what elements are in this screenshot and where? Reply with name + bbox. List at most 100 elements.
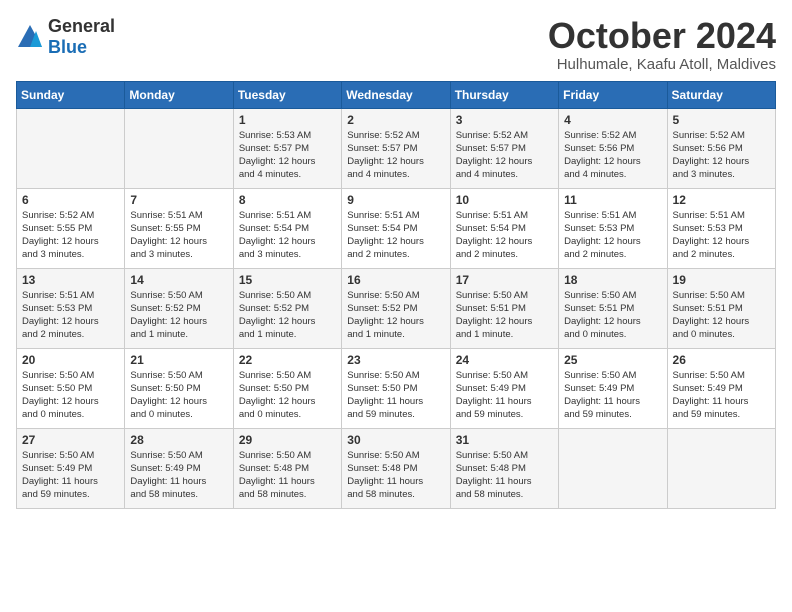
calendar-cell: 11 Sunrise: 5:51 AM Sunset: 5:53 PM Dayli… [559,188,667,268]
day-info: Sunrise: 5:51 AM Sunset: 5:55 PM Dayligh… [130,209,227,262]
calendar-cell: 18Sunrise: 5:50 AM Sunset: 5:51 PM Dayli… [559,268,667,348]
calendar-cell: 7Sunrise: 5:51 AM Sunset: 5:55 PM Daylig… [125,188,233,268]
day-info: Sunrise: 5:50 AM Sunset: 5:52 PM Dayligh… [239,289,336,342]
calendar-cell: 21Sunrise: 5:50 AM Sunset: 5:50 PM Dayli… [125,348,233,428]
day-info: Sunrise: 5:51 AM Sunset: 5:54 PM Dayligh… [239,209,336,262]
calendar-body: 1Sunrise: 5:53 AM Sunset: 5:57 PM Daylig… [17,108,776,508]
calendar-cell: 13 Sunrise: 5:51 AM Sunset: 5:53 PM Dayli… [17,268,125,348]
calendar-cell: 5Sunrise: 5:52 AM Sunset: 5:56 PM Daylig… [667,108,775,188]
calendar-cell: 10 Sunrise: 5:51 AM Sunset: 5:54 PM Dayli… [450,188,558,268]
day-number: 12 [673,193,770,207]
day-info: Sunrise: 5:51 AM Sunset: 5:53 PM Dayligh… [22,289,119,342]
day-number: 24 [456,353,553,367]
calendar-cell: 24 Sunrise: 5:50 AM Sunset: 5:49 PM Dayli… [450,348,558,428]
day-number: 9 [347,193,444,207]
day-info: Sunrise: 5:51 AM Sunset: 5:53 PM Dayligh… [564,209,661,262]
calendar-table: SundayMondayTuesdayWednesdayThursdayFrid… [16,81,776,509]
calendar-cell: 20 Sunrise: 5:50 AM Sunset: 5:50 PM Dayli… [17,348,125,428]
weekday-header-tuesday: Tuesday [233,81,341,108]
day-number: 31 [456,433,553,447]
calendar-cell [125,108,233,188]
month-title: October 2024 [548,16,776,56]
day-number: 19 [673,273,770,287]
day-info: Sunrise: 5:52 AM Sunset: 5:57 PM Dayligh… [347,129,444,182]
day-number: 3 [456,113,553,127]
day-info: Sunrise: 5:50 AM Sunset: 5:48 PM Dayligh… [347,449,444,502]
calendar-week-3: 13 Sunrise: 5:51 AM Sunset: 5:53 PM Dayli… [17,268,776,348]
day-info: Sunrise: 5:52 AM Sunset: 5:57 PM Dayligh… [456,129,553,182]
day-info: Sunrise: 5:50 AM Sunset: 5:49 PM Dayligh… [564,369,661,422]
day-number: 22 [239,353,336,367]
calendar-cell: 29Sunrise: 5:50 AM Sunset: 5:48 PM Dayli… [233,428,341,508]
day-info: Sunrise: 5:51 AM Sunset: 5:53 PM Dayligh… [673,209,770,262]
calendar-cell [559,428,667,508]
logo-general: General [48,16,115,36]
calendar-cell: 25Sunrise: 5:50 AM Sunset: 5:49 PM Dayli… [559,348,667,428]
day-info: Sunrise: 5:50 AM Sunset: 5:49 PM Dayligh… [130,449,227,502]
weekday-header-monday: Monday [125,81,233,108]
weekday-header-row: SundayMondayTuesdayWednesdayThursdayFrid… [17,81,776,108]
day-info: Sunrise: 5:52 AM Sunset: 5:56 PM Dayligh… [564,129,661,182]
day-number: 30 [347,433,444,447]
day-number: 20 [22,353,119,367]
weekday-header-thursday: Thursday [450,81,558,108]
day-info: Sunrise: 5:50 AM Sunset: 5:48 PM Dayligh… [239,449,336,502]
calendar-cell: 12 Sunrise: 5:51 AM Sunset: 5:53 PM Dayli… [667,188,775,268]
calendar-week-2: 6Sunrise: 5:52 AM Sunset: 5:55 PM Daylig… [17,188,776,268]
calendar-cell: 3 Sunrise: 5:52 AM Sunset: 5:57 PM Daylig… [450,108,558,188]
calendar-cell: 31 Sunrise: 5:50 AM Sunset: 5:48 PM Dayli… [450,428,558,508]
day-number: 13 [22,273,119,287]
weekday-header-sunday: Sunday [17,81,125,108]
weekday-header-friday: Friday [559,81,667,108]
calendar-cell: 4 Sunrise: 5:52 AM Sunset: 5:56 PM Daylig… [559,108,667,188]
calendar-cell: 15Sunrise: 5:50 AM Sunset: 5:52 PM Dayli… [233,268,341,348]
calendar-cell: 19 Sunrise: 5:50 AM Sunset: 5:51 PM Dayli… [667,268,775,348]
calendar-cell: 26 Sunrise: 5:50 AM Sunset: 5:49 PM Dayli… [667,348,775,428]
calendar-week-4: 20 Sunrise: 5:50 AM Sunset: 5:50 PM Dayli… [17,348,776,428]
day-number: 10 [456,193,553,207]
page-header: General Blue October 2024 Hulhumale, Kaa… [16,16,776,73]
calendar-cell: 6Sunrise: 5:52 AM Sunset: 5:55 PM Daylig… [17,188,125,268]
calendar-week-5: 27 Sunrise: 5:50 AM Sunset: 5:49 PM Dayli… [17,428,776,508]
logo: General Blue [16,16,115,58]
day-info: Sunrise: 5:50 AM Sunset: 5:52 PM Dayligh… [347,289,444,342]
day-info: Sunrise: 5:50 AM Sunset: 5:49 PM Dayligh… [673,369,770,422]
calendar-cell: 17Sunrise: 5:50 AM Sunset: 5:51 PM Dayli… [450,268,558,348]
day-info: Sunrise: 5:50 AM Sunset: 5:48 PM Dayligh… [456,449,553,502]
day-number: 11 [564,193,661,207]
calendar-cell [667,428,775,508]
day-info: Sunrise: 5:50 AM Sunset: 5:51 PM Dayligh… [673,289,770,342]
day-info: Sunrise: 5:53 AM Sunset: 5:57 PM Dayligh… [239,129,336,182]
day-info: Sunrise: 5:50 AM Sunset: 5:49 PM Dayligh… [456,369,553,422]
day-number: 4 [564,113,661,127]
calendar-cell: 14Sunrise: 5:50 AM Sunset: 5:52 PM Dayli… [125,268,233,348]
day-info: Sunrise: 5:50 AM Sunset: 5:51 PM Dayligh… [564,289,661,342]
day-number: 27 [22,433,119,447]
day-info: Sunrise: 5:50 AM Sunset: 5:50 PM Dayligh… [22,369,119,422]
calendar-cell: 9 Sunrise: 5:51 AM Sunset: 5:54 PM Daylig… [342,188,450,268]
day-info: Sunrise: 5:50 AM Sunset: 5:50 PM Dayligh… [347,369,444,422]
day-number: 21 [130,353,227,367]
title-block: October 2024 Hulhumale, Kaafu Atoll, Mal… [548,16,776,73]
day-number: 5 [673,113,770,127]
day-number: 26 [673,353,770,367]
weekday-header-saturday: Saturday [667,81,775,108]
day-number: 23 [347,353,444,367]
day-number: 8 [239,193,336,207]
calendar-week-1: 1Sunrise: 5:53 AM Sunset: 5:57 PM Daylig… [17,108,776,188]
location-title: Hulhumale, Kaafu Atoll, Maldives [548,56,776,73]
day-info: Sunrise: 5:52 AM Sunset: 5:55 PM Dayligh… [22,209,119,262]
day-info: Sunrise: 5:51 AM Sunset: 5:54 PM Dayligh… [456,209,553,262]
day-info: Sunrise: 5:50 AM Sunset: 5:51 PM Dayligh… [456,289,553,342]
calendar-cell [17,108,125,188]
logo-icon [16,23,44,51]
calendar-header: SundayMondayTuesdayWednesdayThursdayFrid… [17,81,776,108]
day-info: Sunrise: 5:51 AM Sunset: 5:54 PM Dayligh… [347,209,444,262]
calendar-cell: 23 Sunrise: 5:50 AM Sunset: 5:50 PM Dayli… [342,348,450,428]
calendar-cell: 2Sunrise: 5:52 AM Sunset: 5:57 PM Daylig… [342,108,450,188]
logo-blue: Blue [48,37,87,57]
calendar-cell: 28Sunrise: 5:50 AM Sunset: 5:49 PM Dayli… [125,428,233,508]
day-info: Sunrise: 5:50 AM Sunset: 5:49 PM Dayligh… [22,449,119,502]
calendar-cell: 16Sunrise: 5:50 AM Sunset: 5:52 PM Dayli… [342,268,450,348]
calendar-cell: 22Sunrise: 5:50 AM Sunset: 5:50 PM Dayli… [233,348,341,428]
